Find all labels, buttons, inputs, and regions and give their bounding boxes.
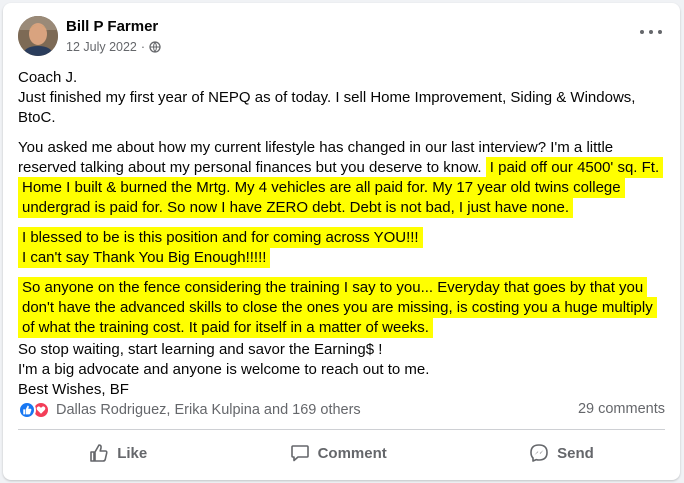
avatar[interactable] xyxy=(18,16,58,56)
reaction-icons xyxy=(18,401,50,419)
comments-count[interactable]: 29 comments xyxy=(578,401,665,417)
intro-paragraph: Coach J. Just finished my first year of … xyxy=(18,68,668,128)
action-bar: Like Comment Send xyxy=(18,433,665,473)
greeting-line: Coach J. xyxy=(18,69,78,86)
post-body: Coach J. Just finished my first year of … xyxy=(18,68,668,400)
comment-label: Comment xyxy=(317,444,387,462)
lifestyle-paragraph: You asked me about how my current lifest… xyxy=(18,138,668,218)
send-label: Send xyxy=(557,444,594,462)
blessed-line: I blessed to be is this position and for… xyxy=(18,227,423,248)
messenger-icon xyxy=(530,444,548,462)
like-reaction-icon xyxy=(18,401,36,419)
gratitude-paragraph: I blessed to be is this position and for… xyxy=(18,227,668,268)
post-meta: 12 July 2022 · xyxy=(66,40,161,54)
post-date[interactable]: 12 July 2022 xyxy=(66,40,137,54)
comment-bubble-icon xyxy=(290,445,309,462)
closing-line: So stop waiting, start learning and savo… xyxy=(18,341,383,358)
intro-line: Just finished my first year of NEPQ as o… xyxy=(18,89,636,126)
training-paragraph: So anyone on the fence considering the t… xyxy=(18,277,668,338)
closing-paragraph: So stop waiting, start learning and savo… xyxy=(18,340,668,400)
author-name[interactable]: Bill P Farmer xyxy=(66,18,158,35)
comment-button[interactable]: Comment xyxy=(268,437,409,469)
like-button[interactable]: Like xyxy=(67,437,169,469)
post-card: Bill P Farmer 12 July 2022 · Coach J. Ju… xyxy=(3,3,680,480)
reactors-text[interactable]: Dallas Rodriguez, Erika Kulpina and 169 … xyxy=(56,402,361,418)
highlighted-training-text: So anyone on the fence considering the t… xyxy=(18,277,657,338)
closing-line: I'm a big advocate and anyone is welcome… xyxy=(18,361,430,378)
globe-icon[interactable] xyxy=(149,41,161,53)
reactions-summary[interactable]: Dallas Rodriguez, Erika Kulpina and 169 … xyxy=(18,401,361,419)
signature-line: Best Wishes, BF xyxy=(18,381,129,398)
send-button[interactable]: Send xyxy=(507,437,616,469)
thank-you-line: I can't say Thank You Big Enough!!!!! xyxy=(18,247,271,268)
more-options-icon[interactable] xyxy=(640,25,662,39)
divider xyxy=(18,429,665,430)
like-label: Like xyxy=(117,444,148,462)
meta-separator: · xyxy=(140,40,146,54)
thumbs-up-icon xyxy=(90,444,108,462)
